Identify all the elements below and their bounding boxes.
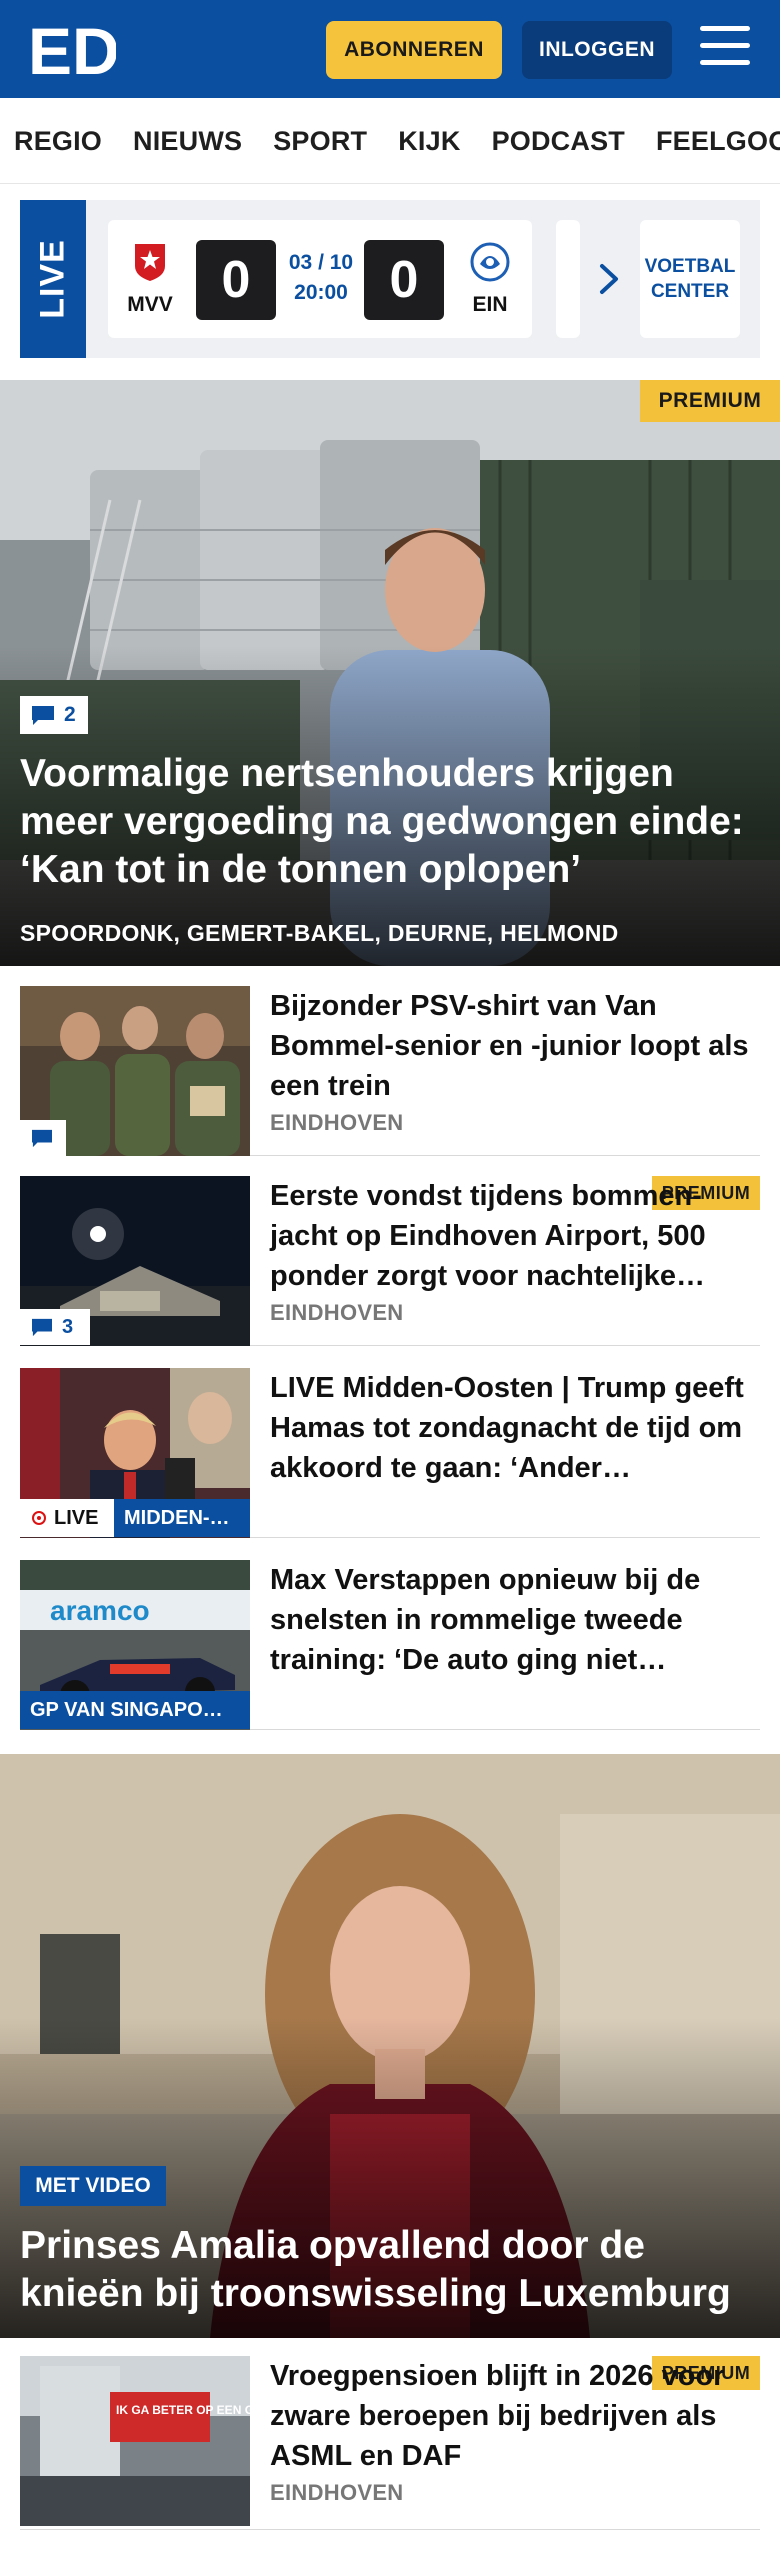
match-date: 03 / 10 [288, 251, 354, 274]
hero-headline[interactable]: Voormalige nertsenhouders krijgen meer v… [20, 750, 760, 894]
voetbal-center-link[interactable]: VOETBAL CENTER [640, 220, 740, 338]
article-row-verstappen[interactable]: aramco GP VAN SINGAPO… Max Verstappen op… [20, 1560, 760, 1730]
nav-item-regio[interactable]: REGIO [14, 126, 102, 157]
comment-count-badge[interactable]: 2 [20, 696, 88, 734]
premium-badge: PREMIUM [640, 380, 780, 422]
away-team: EIN [460, 242, 520, 317]
nav-item-podcast[interactable]: PODCAST [492, 126, 625, 157]
login-button[interactable]: INLOGGEN [522, 21, 672, 79]
away-score: 0 [364, 240, 444, 320]
category-label: GP VAN SINGAPO… [20, 1691, 250, 1729]
comment-icon [32, 1129, 52, 1148]
match-datetime: 03 / 10 20:00 [286, 248, 356, 308]
live-label-text: LIVE [54, 1506, 99, 1529]
comment-count-badge[interactable]: 3 [20, 1309, 90, 1345]
top-bar: ED ABONNEREN INLOGGEN [0, 0, 780, 98]
section-nav: REGIO NIEUWS SPORT KIJK PODCAST FEELGOOD [0, 98, 780, 184]
hero-article-amalia[interactable]: MET VIDEO Prinses Amalia opvallend door … [0, 1754, 780, 2338]
live-score-ticker: LIVE MVV 0 03 / 10 20:00 0 EIN VOETBAL C… [20, 200, 760, 358]
article-row-bommen[interactable]: PREMIUM 3 Eerste vondst tijdens bommen-j… [20, 1176, 760, 1346]
home-team: MVV [120, 242, 180, 317]
hero-location: SPOORDONK, GEMERT-BAKEL, DEURNE, HELMOND [20, 920, 619, 946]
hero-article-nertsen[interactable]: PREMIUM 2 Voormalige nertsenhouders krij… [0, 380, 780, 966]
fc-eindhoven-crest-icon [470, 242, 510, 282]
comment-icon [32, 706, 54, 725]
logo-text: ED [28, 18, 116, 80]
match-time: 20:00 [294, 281, 348, 304]
category-label: MIDDEN-… [114, 1499, 250, 1537]
thumb-sign-line: IK GA BETER OP EEN GOEDE [116, 2403, 250, 2417]
live-indicator: LIVE [20, 1499, 114, 1537]
article-row-vroegpensioen[interactable]: IK GA BETER OP EEN GOEDE PREMIUM Vroegpe… [20, 2356, 760, 2530]
comment-count: 2 [64, 703, 76, 726]
article-location: EINDHOVEN [270, 1110, 404, 1135]
thumb-protest: IK GA BETER OP EEN GOEDE [20, 2356, 250, 2526]
article-location: EINDHOVEN [270, 2480, 404, 2505]
live-tab-label: LIVE [33, 239, 72, 319]
article-row-psv-shirt[interactable]: Bijzonder PSV-shirt van Van Bommel-senio… [20, 986, 760, 1156]
nav-item-feelgood[interactable]: FEELGOOD [656, 126, 780, 157]
article-headline[interactable]: Eerste vondst tijdens bommen-jacht op Ei… [270, 1176, 760, 1296]
away-team-name: EIN [472, 293, 508, 316]
mvv-crest-icon [135, 244, 165, 281]
comment-badge[interactable] [20, 1120, 66, 1156]
video-badge: MET VIDEO [20, 2166, 166, 2206]
match-card[interactable]: MVV 0 03 / 10 20:00 0 EIN [108, 220, 532, 338]
svg-text:aramco: aramco [50, 1595, 150, 1626]
nav-item-nieuws[interactable]: NIEUWS [133, 126, 242, 157]
article-location: EINDHOVEN [270, 1300, 404, 1325]
hero-headline[interactable]: Prinses Amalia opvallend door de knieën … [20, 2222, 760, 2318]
next-match-card[interactable] [556, 220, 580, 338]
comment-count: 3 [62, 1315, 74, 1338]
live-dot-icon [32, 1511, 46, 1525]
menu-icon[interactable] [700, 26, 752, 70]
article-headline[interactable]: Bijzonder PSV-shirt van Van Bommel-senio… [270, 986, 760, 1106]
nav-item-kijk[interactable]: KIJK [398, 126, 460, 157]
home-team-name: MVV [127, 293, 173, 316]
ed-logo[interactable]: ED [28, 18, 116, 80]
chevron-right-icon[interactable] [592, 262, 626, 296]
nav-item-sport[interactable]: SPORT [273, 126, 367, 157]
article-row-midden-oosten[interactable]: LIVE MIDDEN-… LIVE Midden-Oosten | Trump… [20, 1368, 760, 1538]
subscribe-button[interactable]: ABONNEREN [326, 21, 502, 79]
comment-icon [32, 1318, 52, 1337]
article-headline[interactable]: Vroegpensioen blijft in 2026 voor zware … [270, 2356, 760, 2476]
article-headline[interactable]: Max Verstappen opnieuw bij de snelsten i… [270, 1560, 760, 1680]
article-headline[interactable]: LIVE Midden-Oosten | Trump geeft Hamas t… [270, 1368, 760, 1488]
home-score: 0 [196, 240, 276, 320]
live-tab[interactable]: LIVE [20, 200, 86, 358]
